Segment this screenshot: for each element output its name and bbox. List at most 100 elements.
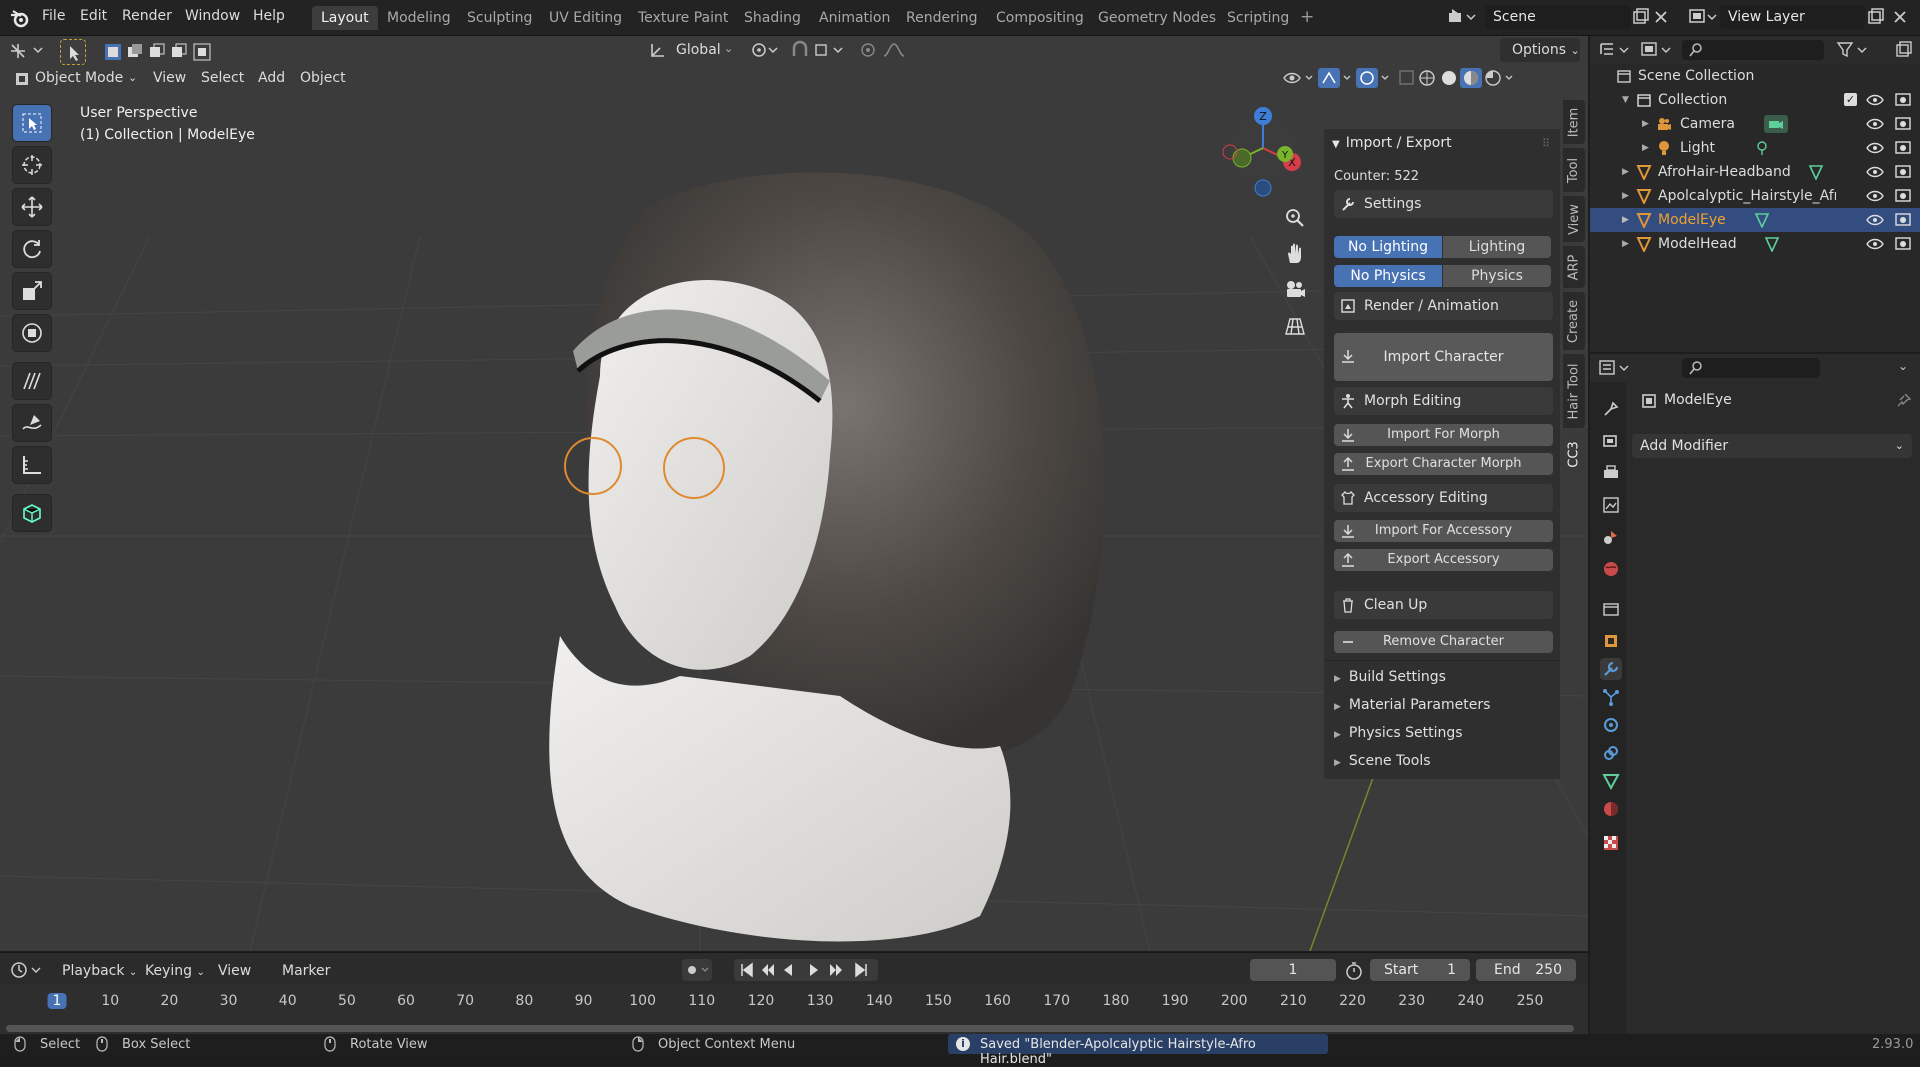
outliner-row-scene-collection[interactable]: Scene Collection <box>1590 64 1920 88</box>
sidebar-tab-cc3[interactable]: CC3 <box>1563 432 1585 476</box>
expand-icon[interactable]: ▶ <box>1622 160 1629 184</box>
outliner-search-input[interactable] <box>1682 40 1824 60</box>
output-properties-icon[interactable] <box>1600 462 1622 484</box>
morph-editing-button[interactable]: Morph Editing <box>1334 387 1553 415</box>
tool-scale[interactable] <box>12 272 52 310</box>
selection-mode-icons[interactable] <box>104 42 224 62</box>
tool-move[interactable] <box>12 188 52 226</box>
camera-data-icon[interactable] <box>1764 115 1788 133</box>
tool-rotate[interactable] <box>12 230 52 268</box>
tool-transform[interactable] <box>12 314 52 352</box>
tool-add-cube[interactable] <box>12 494 52 532</box>
clean-up-button[interactable]: Clean Up <box>1334 591 1553 619</box>
tab-modeling[interactable]: Modeling <box>378 6 460 30</box>
tool-measure[interactable] <box>12 446 52 484</box>
constraints-properties-icon[interactable] <box>1600 742 1622 764</box>
expand-icon[interactable]: ▼ <box>1622 88 1629 112</box>
new-view-layer-icon[interactable] <box>1866 7 1886 27</box>
tab-sculpting[interactable]: Sculpting <box>458 6 541 30</box>
mesh-data-icon[interactable] <box>1764 236 1780 252</box>
tab-texture-paint[interactable]: Texture Paint <box>629 6 737 30</box>
texture-properties-icon[interactable] <box>1600 832 1622 854</box>
particles-properties-icon[interactable] <box>1600 686 1622 708</box>
sidebar-tab-view[interactable]: View <box>1563 196 1585 242</box>
menu-help[interactable]: Help <box>253 8 285 24</box>
settings-button[interactable]: Settings <box>1334 190 1553 218</box>
options-dropdown[interactable]: Options ⌄ <box>1500 38 1580 62</box>
view-layer-icon[interactable] <box>1688 7 1718 27</box>
tab-geometry-nodes[interactable]: Geometry Nodes <box>1089 6 1225 30</box>
render-properties-icon[interactable] <box>1600 430 1622 452</box>
tab-animation[interactable]: Animation <box>810 6 899 30</box>
new-scene-icon[interactable] <box>1631 7 1651 27</box>
new-collection-icon[interactable] <box>1894 40 1914 60</box>
viewport-menu-object[interactable]: Object <box>294 66 352 90</box>
subpanel-build-settings[interactable]: ▶ Build Settings <box>1334 669 1446 685</box>
sidebar-tab-create[interactable]: Create <box>1563 292 1585 350</box>
display-mode-icon[interactable] <box>1640 40 1676 60</box>
data-properties-icon[interactable] <box>1600 770 1622 792</box>
blender-logo-icon[interactable] <box>9 8 31 28</box>
tab-compositing[interactable]: Compositing <box>987 6 1093 30</box>
light-data-icon[interactable] <box>1754 140 1770 156</box>
head-model[interactable] <box>480 136 1120 951</box>
transform-orientation-dropdown[interactable]: Global <box>670 38 727 62</box>
view-layer-field[interactable]: View Layer <box>1720 5 1865 29</box>
import-for-morph-button[interactable]: Import For Morph <box>1334 424 1553 446</box>
physics-properties-icon[interactable] <box>1600 714 1622 736</box>
proportional-editing-icon[interactable] <box>860 40 920 60</box>
add-modifier-dropdown[interactable]: Add Modifier ⌄ <box>1632 434 1912 458</box>
sidebar-tab-item[interactable]: Item <box>1563 100 1585 144</box>
export-character-morph-button[interactable]: Export Character Morph <box>1334 453 1553 475</box>
render-animation-button[interactable]: Render / Animation <box>1334 292 1553 320</box>
view-layer-properties-icon[interactable] <box>1600 494 1622 516</box>
viewport-menu-add[interactable]: Add <box>252 66 291 90</box>
add-workspace-icon[interactable]: + <box>1300 7 1314 27</box>
tool-cursor[interactable] <box>12 146 52 184</box>
lighting-toggle[interactable]: Lighting <box>1443 236 1551 258</box>
viewport-menu-select[interactable]: Select <box>195 66 250 90</box>
scene-properties-icon[interactable] <box>1600 526 1622 548</box>
3d-viewport[interactable]: Global ⌄ Options ⌄ Object Mode ⌄ View Se… <box>0 36 1588 951</box>
no-lighting-toggle[interactable]: No Lighting <box>1334 236 1442 258</box>
expand-icon[interactable]: ▶ <box>1622 232 1629 256</box>
accessory-editing-button[interactable]: Accessory Editing <box>1334 484 1553 512</box>
collection-properties-icon[interactable] <box>1600 598 1622 620</box>
pan-hand-icon[interactable] <box>1283 242 1307 266</box>
tool-annotate[interactable] <box>12 362 52 400</box>
import-export-header[interactable]: ▼ Import / Export <box>1332 135 1452 151</box>
checkbox-icon[interactable]: ✓ <box>1844 93 1857 106</box>
tab-layout[interactable]: Layout <box>312 6 378 30</box>
sidebar-tab-hair-tool[interactable]: Hair Tool <box>1563 354 1585 428</box>
modifier-properties-icon[interactable] <box>1600 658 1622 680</box>
camera-view-icon[interactable] <box>1283 278 1307 302</box>
expand-icon[interactable]: ▶ <box>1622 184 1629 208</box>
editor-type-icon[interactable] <box>8 40 48 62</box>
tool-draw[interactable] <box>12 404 52 442</box>
pivot-point-icon[interactable] <box>750 40 780 60</box>
subpanel-scene-tools[interactable]: ▶ Scene Tools <box>1334 753 1431 769</box>
menu-edit[interactable]: Edit <box>80 8 107 24</box>
tool-select-box[interactable] <box>12 104 52 142</box>
expand-icon[interactable]: ▶ <box>1622 208 1629 232</box>
import-character-button[interactable]: Import Character <box>1334 333 1553 381</box>
expand-icon[interactable]: ▶ <box>1642 112 1649 136</box>
scene-selector-icon[interactable] <box>1447 7 1477 27</box>
tab-uv-editing[interactable]: UV Editing <box>540 6 631 30</box>
material-properties-icon[interactable] <box>1600 798 1622 820</box>
menu-render[interactable]: Render <box>122 8 172 24</box>
scene-name-field[interactable]: Scene <box>1485 5 1631 29</box>
sidebar-tab-tool[interactable]: Tool <box>1563 148 1585 192</box>
tab-shading[interactable]: Shading <box>735 6 810 30</box>
physics-toggle[interactable]: Physics <box>1443 265 1551 287</box>
tab-scripting[interactable]: Scripting <box>1218 6 1298 30</box>
outliner-editor-type-icon[interactable] <box>1598 40 1634 60</box>
menu-window[interactable]: Window <box>185 8 240 24</box>
pin-icon[interactable] <box>1896 392 1912 408</box>
remove-view-layer-icon[interactable] <box>1892 7 1908 27</box>
tab-rendering[interactable]: Rendering <box>897 6 987 30</box>
navigation-gizmo[interactable]: Z X Y <box>1218 102 1308 202</box>
mesh-data-icon[interactable] <box>1808 164 1824 180</box>
visibility-toggles[interactable] <box>1864 92 1918 256</box>
drag-handle-icon[interactable]: ⠿ <box>1542 137 1550 150</box>
